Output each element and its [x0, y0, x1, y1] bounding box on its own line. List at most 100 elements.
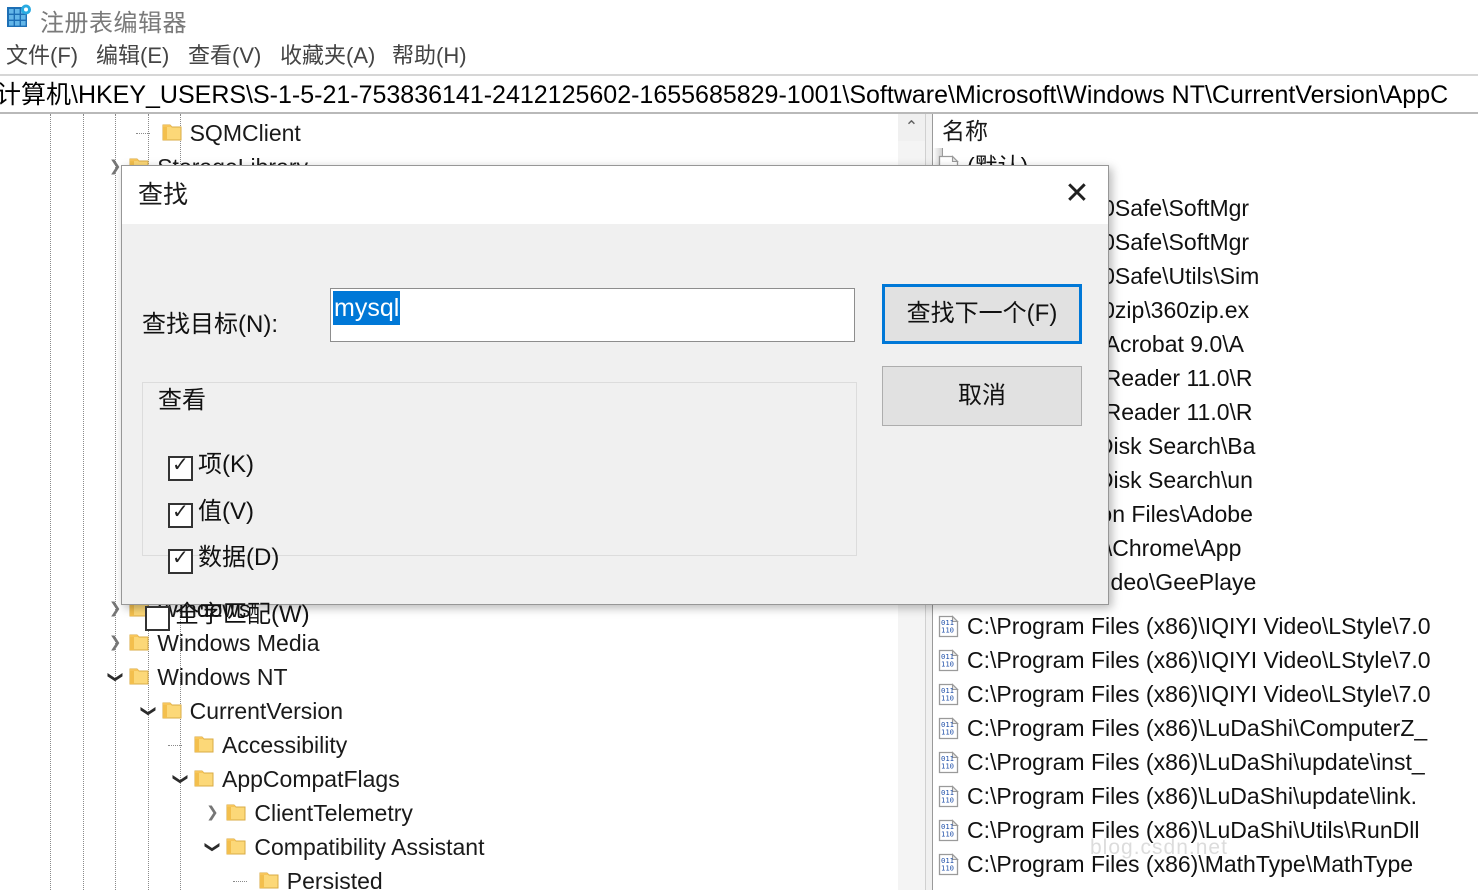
- check-mark-icon: ✓: [172, 545, 189, 569]
- folder-icon: [226, 838, 246, 856]
- binary-value-icon: 011110: [937, 819, 961, 842]
- svg-text:110: 110: [941, 762, 954, 771]
- svg-text:110: 110: [941, 830, 954, 839]
- cancel-button[interactable]: 取消: [882, 366, 1082, 426]
- checkbox-label: 全字匹配(W): [175, 601, 310, 628]
- folder-icon: [259, 872, 279, 890]
- chevron-right-icon[interactable]: ❯: [105, 633, 125, 653]
- find-what-value: mysql: [333, 291, 401, 325]
- folder-icon: [162, 124, 182, 142]
- folder-icon: [162, 702, 182, 720]
- checkbox-label: 数据(D): [198, 544, 280, 571]
- tree-item-label: CurrentVersion: [189, 698, 344, 724]
- menu-item-3[interactable]: 收藏夹(A): [280, 38, 375, 74]
- find-dialog-body: 查找目标(N): mysql 查看 全字匹配(W) 查找下一个(F) 取消 ✓ 项…: [122, 224, 1108, 631]
- value-row[interactable]: 011 110 C:\Program Files (x86)\LuDaShi\upd…: [933, 745, 1478, 779]
- svg-text:110: 110: [941, 660, 954, 669]
- tree-item-4[interactable]: ❯ Windows NT: [0, 660, 898, 694]
- tree-item-label: Accessibility: [222, 732, 348, 758]
- value-row[interactable]: 011110 C:\Program Files (x86)\IQIYI Video…: [933, 643, 1478, 677]
- check-mark-icon: ✓: [172, 499, 189, 523]
- find-dialog-titlebar: 查找 ✕: [122, 166, 1108, 224]
- tree-item-5[interactable]: ❯ CurrentVersion: [0, 694, 898, 728]
- binary-value-icon: 011110: [937, 785, 961, 808]
- menubar: 文件(F) 编辑(E) 查看(V) 收藏夹(A) 帮助(H): [0, 38, 1478, 74]
- svg-text:110: 110: [941, 694, 954, 703]
- column-header-name: 名称: [942, 118, 988, 144]
- folder-icon: [194, 736, 214, 754]
- tree-item-0[interactable]: SQMClient: [0, 116, 898, 150]
- tree-item-label: ClientTelemetry: [254, 800, 413, 826]
- binary-value-icon: 011110: [937, 683, 961, 706]
- tree-item-10[interactable]: Persisted: [0, 864, 898, 890]
- folder-icon: [129, 634, 149, 652]
- menu-item-2[interactable]: 查看(V): [188, 38, 261, 74]
- chevron-down-icon[interactable]: ❯: [202, 837, 222, 857]
- chevron-down-icon[interactable]: ❯: [138, 701, 158, 721]
- value-row[interactable]: 011 110 C:\Program Files (x86)\LuDaShi\Com…: [933, 711, 1478, 745]
- value-row[interactable]: 011 110 C:\Program Files (x86)\LuDaShi\upd…: [933, 779, 1478, 813]
- checkbox-label: 值(V): [198, 498, 254, 525]
- checkbox-box-icon: ✓: [168, 545, 193, 574]
- binary-value-icon: 011110: [937, 615, 961, 638]
- svg-text:110: 110: [941, 796, 954, 805]
- find-what-input[interactable]: mysql: [330, 288, 855, 342]
- find-next-button-label: 查找下一个(F): [906, 300, 1058, 327]
- value-name: C:\Program Files (x86)\LuDaShi\update\in…: [967, 749, 1425, 775]
- tree-item-label: Windows NT: [157, 664, 288, 690]
- close-icon[interactable]: ✕: [1046, 166, 1108, 222]
- tree-item-label: Compatibility Assistant: [254, 834, 485, 860]
- watermark: blog.csdn.net: [1090, 836, 1228, 859]
- tree-item-label: Persisted: [286, 868, 383, 890]
- find-dialog: 查找 ✕ 查找目标(N): mysql 查看 全字匹配(W) 查找下一个(F) …: [121, 165, 1109, 631]
- find-next-button[interactable]: 查找下一个(F): [882, 284, 1082, 344]
- tree-item-3[interactable]: ❯ Windows Media: [0, 626, 898, 660]
- registry-editor-icon: [6, 4, 32, 30]
- tree-guide-elbow: [232, 881, 247, 882]
- tree-item-7[interactable]: ❯ AppCompatFlags: [0, 762, 898, 796]
- value-name: C:\Program Files (x86)\IQIYI Video\LStyl…: [967, 613, 1431, 639]
- tree-item-label: SQMClient: [189, 120, 301, 146]
- window-title: 注册表编辑器: [40, 10, 187, 37]
- address-path: 计算机\HKEY_USERS\S-1-5-21-753836141-241212…: [0, 81, 1449, 109]
- folder-icon: [129, 668, 149, 686]
- tree-guide-elbow: [135, 133, 150, 134]
- checkbox-box-icon: ✓: [168, 452, 193, 481]
- binary-value-icon: 011110: [937, 649, 961, 672]
- find-what-label: 查找目标(N):: [142, 311, 278, 338]
- menu-item-1[interactable]: 编辑(E): [96, 38, 169, 74]
- window-titlebar: 注册表编辑器: [0, 0, 1478, 38]
- address-bar[interactable]: 计算机\HKEY_USERS\S-1-5-21-753836141-241212…: [0, 76, 1478, 114]
- scroll-up-arrow-icon[interactable]: ⌃: [898, 114, 925, 141]
- checkbox-box-icon: ✓: [168, 499, 193, 528]
- value-row[interactable]: 011110 C:\Program Files (x86)\IQIYI Video…: [933, 609, 1478, 643]
- value-name: C:\Program Files (x86)\LuDaShi\update\li…: [967, 783, 1417, 809]
- svg-text:110: 110: [941, 864, 954, 873]
- binary-value-icon: 011110: [937, 853, 961, 876]
- svg-text:110: 110: [941, 728, 954, 737]
- menu-item-0[interactable]: 文件(F): [6, 38, 78, 74]
- binary-value-icon: 011110: [937, 751, 961, 774]
- tree-item-label: AppCompatFlags: [222, 766, 400, 792]
- check-mark-icon: ✓: [172, 452, 189, 476]
- binary-value-icon: 011110: [937, 717, 961, 740]
- find-dialog-title: 查找: [138, 181, 189, 209]
- menu-item-4[interactable]: 帮助(H): [392, 38, 467, 74]
- cancel-button-label: 取消: [958, 382, 1006, 409]
- chevron-right-icon[interactable]: ❯: [202, 803, 222, 823]
- list-column-header[interactable]: 名称: [933, 114, 1478, 148]
- chevron-down-icon[interactable]: ❯: [105, 667, 125, 687]
- tree-item-9[interactable]: ❯ Compatibility Assistant: [0, 830, 898, 864]
- checkbox-box-icon: [145, 606, 170, 631]
- value-row[interactable]: 011110 C:\Program Files (x86)\IQIYI Video…: [933, 677, 1478, 711]
- chevron-down-icon[interactable]: ❯: [170, 769, 190, 789]
- tree-item-6[interactable]: Accessibility: [0, 728, 898, 762]
- folder-icon: [226, 804, 246, 822]
- look-at-groupbox-title: 查看: [152, 388, 212, 414]
- value-name: C:\Program Files (x86)\IQIYI Video\LStyl…: [967, 647, 1431, 673]
- value-name: C:\Program Files (x86)\IQIYI Video\LStyl…: [967, 681, 1431, 707]
- tree-guide-elbow: [168, 745, 182, 746]
- value-name: C:\Program Files (x86)\LuDaShi\ComputerZ…: [967, 715, 1428, 741]
- checkbox-label: 项(K): [198, 451, 254, 478]
- tree-item-8[interactable]: ❯ ClientTelemetry: [0, 796, 898, 830]
